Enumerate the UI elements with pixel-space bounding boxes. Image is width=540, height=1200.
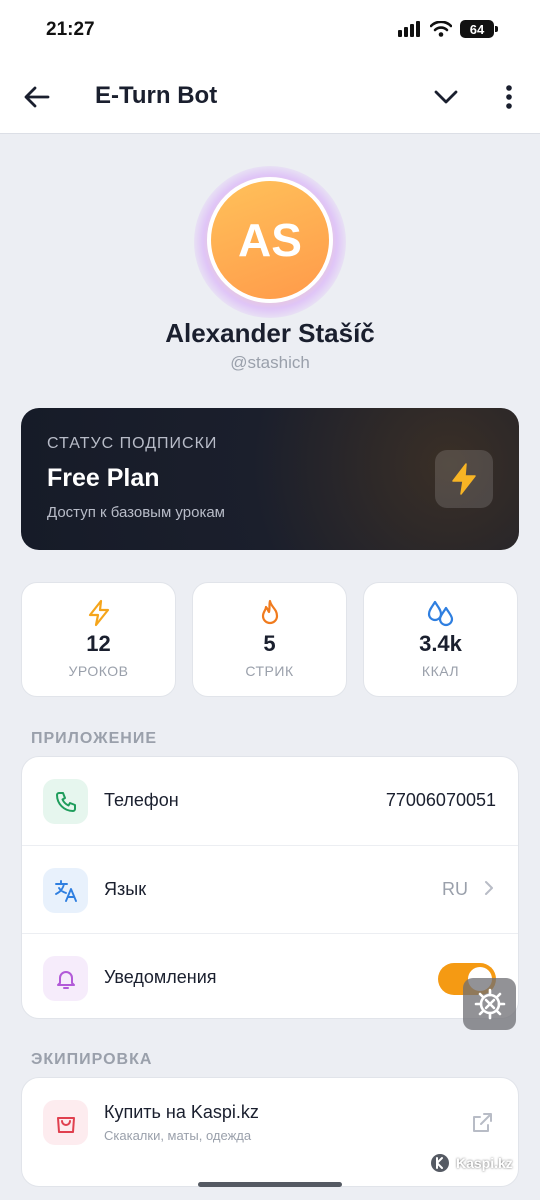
stat-value: 3.4k xyxy=(419,631,462,656)
gear-icon xyxy=(474,988,505,1020)
stat-icon-wrap xyxy=(22,599,175,627)
stat-value: 12 xyxy=(86,631,111,656)
translate-icon xyxy=(54,879,77,902)
equipment-subtitle: Скакалки, маты, одежда xyxy=(104,1128,252,1143)
bolt-icon xyxy=(452,463,476,495)
status-bar: 21:27 64 xyxy=(0,0,540,60)
phone-value: 77006070051 xyxy=(385,790,496,810)
row-icon-wrap xyxy=(43,779,88,824)
kaspi-text: Kaspi.kz xyxy=(456,1155,513,1171)
equipment-title: Купить на Kaspi.kz xyxy=(104,1102,259,1122)
row-label: Телефон xyxy=(104,790,179,810)
stat-icon-wrap xyxy=(193,599,346,627)
settings-row-notifications: Уведомления xyxy=(22,933,518,1021)
language-value: RU xyxy=(442,879,468,899)
phone-icon xyxy=(55,791,76,812)
chevron-down-icon xyxy=(434,90,458,104)
home-indicator[interactable] xyxy=(198,1182,342,1187)
settings-row-language[interactable]: Язык RU xyxy=(22,845,518,933)
avatar[interactable]: AS xyxy=(207,177,333,303)
stat-label: УРОКОВ xyxy=(68,663,129,679)
more-menu-button[interactable] xyxy=(492,80,526,114)
kaspi-logo-icon xyxy=(431,1154,449,1172)
stat-card-kcal: 3.4k ККАЛ xyxy=(363,582,518,697)
signal-icon xyxy=(398,21,420,37)
stat-icon-wrap xyxy=(364,599,517,627)
subscription-label: СТАТУС ПОДПИСКИ xyxy=(47,435,218,452)
stat-label: ККАЛ xyxy=(421,663,460,679)
battery-indicator: 64 xyxy=(460,20,498,38)
row-icon-wrap xyxy=(43,956,88,1001)
kaspi-watermark: Kaspi.kz xyxy=(430,1153,513,1173)
stat-value: 5 xyxy=(263,631,276,656)
battery-level: 64 xyxy=(469,21,485,37)
subscription-plan: Free Plan xyxy=(47,464,160,492)
settings-row-phone[interactable]: Телефон 77006070051 xyxy=(22,757,518,845)
bell-icon xyxy=(56,970,75,989)
stat-label: СТРИК xyxy=(245,663,294,679)
wifi-icon xyxy=(430,21,452,37)
bolt-icon xyxy=(88,599,109,627)
subscription-card[interactable]: СТАТУС ПОДПИСКИ Free Plan Доступ к базов… xyxy=(21,408,519,550)
avatar-initials: AS xyxy=(238,214,302,266)
section-title-app: ПРИЛОЖЕНИЕ xyxy=(31,730,157,747)
chevron-right-icon xyxy=(485,881,493,895)
row-label: Язык xyxy=(104,879,147,899)
equipment-icon-wrap xyxy=(43,1100,88,1145)
subscription-description: Доступ к базовым урокам xyxy=(47,504,225,521)
app-title: E-Turn Bot xyxy=(95,82,218,109)
more-vertical-icon xyxy=(506,85,512,109)
stat-card-lessons: 12 УРОКОВ xyxy=(21,582,176,697)
external-link-icon xyxy=(473,1113,492,1132)
profile-name: Alexander Stašíč xyxy=(165,318,375,348)
subscription-badge xyxy=(435,450,493,508)
settings-card: Телефон 77006070051 Язык RU Уведомления xyxy=(21,756,519,1019)
shopping-bag-icon xyxy=(56,1116,75,1133)
floating-settings-button[interactable] xyxy=(463,978,516,1030)
status-time: 21:27 xyxy=(46,19,95,40)
row-label: Уведомления xyxy=(104,967,217,987)
section-title-equipment: ЭКИПИРОВКА xyxy=(31,1051,153,1068)
back-button[interactable] xyxy=(20,80,54,114)
status-icons: 64 xyxy=(398,20,498,38)
collapse-button[interactable] xyxy=(428,80,464,114)
stat-card-streak: 5 СТРИК xyxy=(192,582,347,697)
arrow-left-icon xyxy=(24,86,50,108)
profile-handle: @stashich xyxy=(230,353,310,372)
flame-icon xyxy=(261,599,278,625)
row-icon-wrap xyxy=(43,868,88,913)
app-bar: E-Turn Bot xyxy=(0,60,540,134)
drops-icon xyxy=(427,600,453,627)
